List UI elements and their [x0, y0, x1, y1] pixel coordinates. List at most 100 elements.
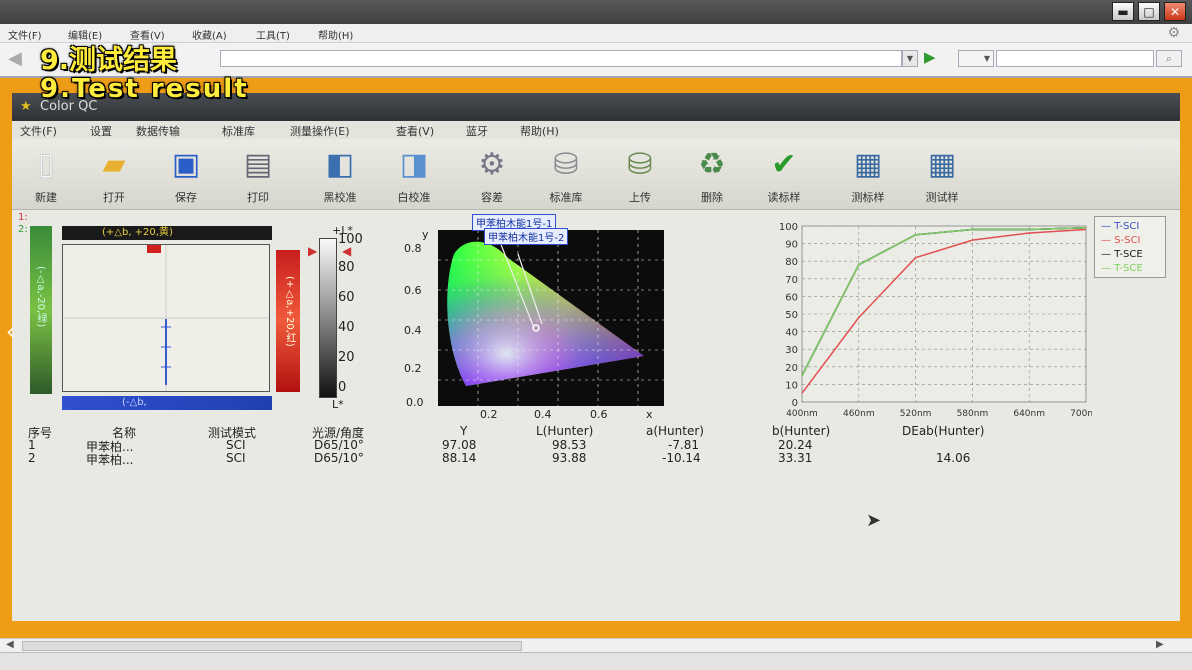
white-calibration-button[interactable]: ◨ 白校准 [382, 145, 446, 205]
ab-plot [62, 243, 270, 392]
row2-index: 2 [28, 451, 36, 465]
header-a: a(Hunter) [646, 424, 704, 438]
app-menu-standards[interactable]: 标准库 [222, 123, 255, 139]
app-menu-view[interactable]: 查看(V) [396, 123, 434, 139]
cie-y-tick-0.2: 0.2 [404, 362, 422, 375]
search-input[interactable] [996, 50, 1154, 67]
measure-sample-label: 测试样 [925, 191, 959, 204]
legend-item-2: — S-SCI [1101, 235, 1141, 246]
maximize-button[interactable]: □ [1138, 2, 1160, 21]
y-tick-label: 40 [785, 328, 798, 339]
search-provider-select[interactable]: ▼ [958, 50, 994, 67]
y-tick-label: 50 [785, 310, 798, 321]
menu-file[interactable]: 文件(F) [8, 27, 42, 42]
new-button[interactable]: ▯ 新建 [14, 145, 78, 205]
minimize-button[interactable]: ▬ [1112, 2, 1134, 21]
save-label: 保存 [175, 191, 197, 204]
previous-slide-arrow-icon[interactable]: ‹ [6, 320, 15, 345]
gear-icon[interactable]: ⚙ [1167, 25, 1180, 41]
scroll-left-arrow-icon[interactable]: ◀ [6, 639, 14, 650]
horizontal-scrollbar[interactable]: ◀ ▶ [0, 638, 1192, 653]
scroll-right-arrow-icon[interactable]: ▶ [1156, 639, 1164, 650]
cie-y-tick-0.0: 0.0 [406, 396, 424, 409]
caption-chinese: 9.测试结果 [40, 45, 178, 76]
app-menu-measure[interactable]: 测量操作(E) [290, 123, 350, 139]
y-tick-label: 70 [785, 275, 798, 286]
upload-button[interactable]: ⛁ 上传 [608, 145, 672, 205]
l-tick-0: 0 [338, 380, 347, 395]
y-tick-label: 80 [785, 257, 798, 268]
go-button[interactable]: ▶ [924, 48, 936, 66]
header-b: b(Hunter) [772, 424, 831, 438]
delete-button[interactable]: ♻ 删除 [680, 145, 744, 205]
printer-icon: ▤ [243, 147, 273, 182]
address-dropdown-icon[interactable]: ▼ [902, 50, 918, 67]
app-menu-bluetooth[interactable]: 蓝牙 [466, 123, 488, 139]
close-button[interactable]: ✕ [1164, 2, 1186, 21]
row1-mode: SCI [226, 438, 246, 452]
back-arrow-icon[interactable]: ◀ [8, 48, 22, 69]
new-file-icon: ▯ [37, 147, 55, 182]
row1-a: -7.81 [668, 438, 700, 452]
menu-tools[interactable]: 工具(T) [256, 27, 290, 42]
y-tick-label: 90 [785, 240, 798, 251]
row2-l: 93.88 [552, 451, 587, 465]
lightness-stripe [319, 238, 337, 398]
upload-database-icon: ⛁ [627, 147, 653, 182]
row2-y: 88.14 [442, 451, 477, 465]
app-menubar: 文件(F) 设置 数据传输 标准库 测量操作(E) 查看(V) 蓝牙 帮助(H) [12, 121, 1180, 139]
l-bottom-label: L* [332, 398, 344, 411]
row1-y: 97.08 [442, 438, 477, 452]
row1-l: 98.53 [552, 438, 587, 452]
cie-y-tick-0.8: 0.8 [404, 242, 422, 255]
tolerance-button[interactable]: ⚙ 容差 [460, 145, 524, 205]
app-menu-file[interactable]: 文件(F) [20, 123, 57, 139]
y-tick-label: 30 [785, 345, 798, 356]
search-icon[interactable]: ⌕ [1156, 50, 1182, 67]
measure-standard-label: 测标样 [851, 191, 885, 204]
delete-label: 删除 [701, 191, 723, 204]
y-tick-label: 20 [785, 363, 798, 374]
measure-sample-button[interactable]: ▦ 测试样 [910, 145, 974, 205]
open-folder-icon: ▰ [102, 147, 126, 182]
window-titlebar: ▬ □ ✕ [0, 0, 1192, 24]
black-calibration-button[interactable]: ◧ 黑校准 [308, 145, 372, 205]
cie-x-tick-0.2: 0.2 [480, 408, 498, 421]
address-input[interactable] [220, 50, 902, 67]
menu-help[interactable]: 帮助(H) [318, 27, 353, 42]
app-content: 1: 2: (-△a,-20,绿) (+△b, +20,黄) (-△b, (+△… [12, 210, 1180, 621]
l-marker-left-icon: ▶ [308, 244, 318, 258]
tolerance-gear-icon: ⚙ [478, 147, 506, 182]
cie-y-tick-0.4: 0.4 [404, 324, 422, 337]
measure-standard-button[interactable]: ▦ 测标样 [836, 145, 900, 205]
app-menu-settings[interactable]: 设置 [90, 123, 112, 139]
scrollbar-thumb[interactable] [22, 641, 522, 651]
database-icon: ⛁ [553, 147, 579, 182]
l-tick-60: 60 [338, 290, 355, 305]
y-tick-label: 10 [785, 380, 798, 391]
legend-item-4: — T-SCE [1101, 263, 1143, 274]
read-standard-button[interactable]: ✔ 读标样 [752, 145, 816, 205]
legend-item-3: — T-SCE [1101, 249, 1143, 260]
print-button[interactable]: ▤ 打印 [226, 145, 290, 205]
app-menu-help[interactable]: 帮助(H) [520, 123, 559, 139]
open-button[interactable]: ▰ 打开 [82, 145, 146, 205]
l-tick-40: 40 [338, 320, 355, 335]
save-button[interactable]: ▣ 保存 [154, 145, 218, 205]
software-photo: ★ Color QC 文件(F) 设置 数据传输 标准库 测量操作(E) 查看(… [12, 93, 1180, 621]
standard-library-button[interactable]: ⛁ 标准库 [534, 145, 598, 205]
row2-illuminant: D65/10° [314, 451, 364, 465]
yellow-axis-label: (+△b, +20,黄) [62, 226, 272, 240]
app-menu-transfer[interactable]: 数据传输 [136, 123, 180, 139]
y-tick-label: 0 [792, 398, 798, 409]
tolerance-label: 容差 [481, 191, 503, 204]
cie-y-label: y [422, 228, 429, 241]
mark-2: 2: [18, 224, 28, 235]
mark-1: 1: [18, 212, 28, 223]
cie-y-tick-0.6: 0.6 [404, 284, 422, 297]
red-axis-stripe: (+△a,+20,红) [276, 250, 300, 392]
save-disk-icon: ▣ [171, 147, 201, 182]
mouse-cursor-icon: ➤ [866, 510, 882, 531]
green-axis-label: (-△a,-20,绿) [35, 266, 46, 328]
menu-favorites[interactable]: 收藏(A) [192, 27, 227, 42]
